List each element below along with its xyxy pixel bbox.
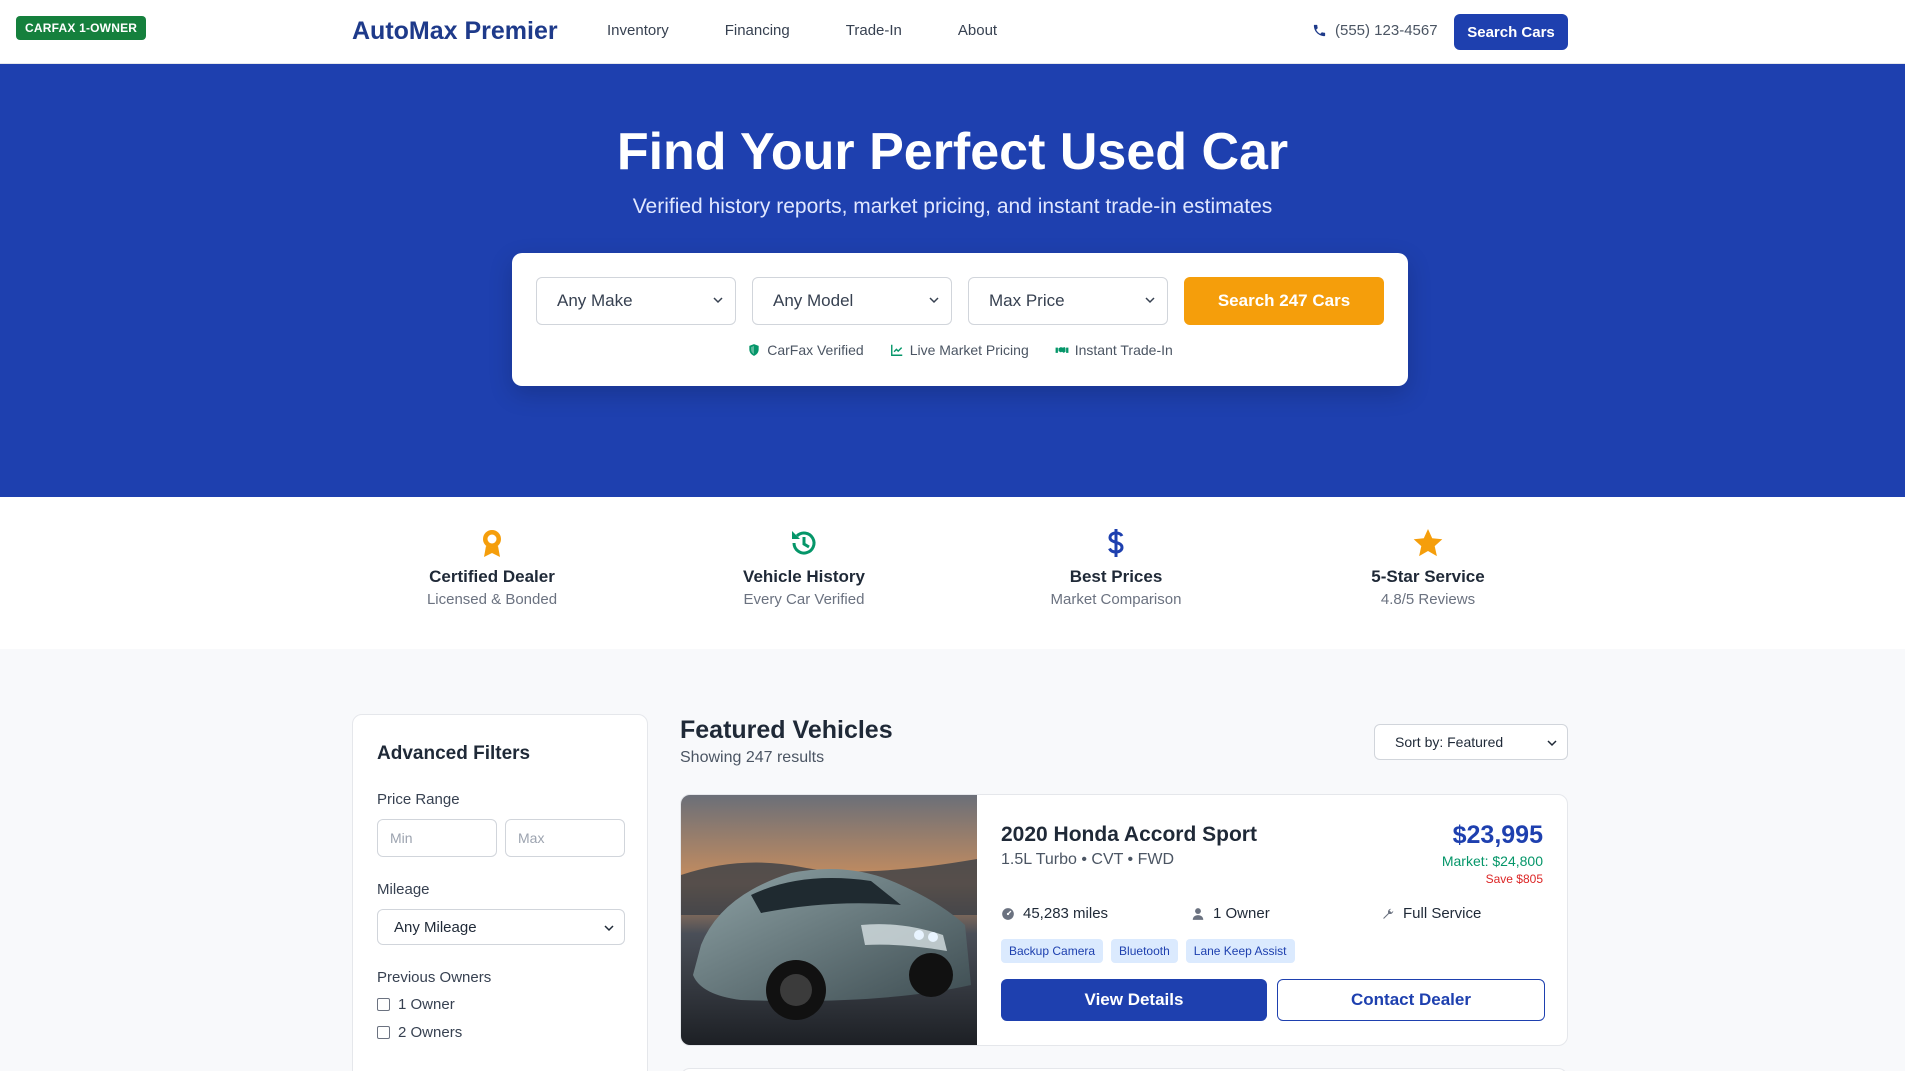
feature-label: Live Market Pricing	[909, 342, 1029, 358]
vehicle-specs: 1.5L Turbo • CVT • FWD	[1001, 851, 1175, 868]
min-placeholder: Min	[390, 830, 413, 846]
make-select-value: Any Make	[557, 291, 633, 310]
carfax-badge: CARFAX 1-OWNER	[16, 16, 147, 40]
shield-icon	[749, 344, 759, 356]
header-search-button[interactable]: Search Cars	[1454, 14, 1568, 50]
service-info: Full Service	[1381, 905, 1481, 922]
market-price: Market: $24,800	[1441, 853, 1543, 869]
results-count: Showing 247 results	[680, 749, 825, 766]
search-panel: Any Make Any Model Max Price Search 247 …	[512, 253, 1408, 386]
search-cars-button[interactable]: Search 247 Cars	[1184, 277, 1384, 325]
checkbox-label: 2 Owners	[398, 1024, 463, 1041]
feature-pricing: Live Market Pricing	[890, 342, 1029, 358]
listings-title: Featured Vehicles	[680, 716, 893, 744]
history-icon	[792, 531, 816, 555]
chevron-down-icon	[713, 297, 723, 304]
speedometer-icon	[1002, 907, 1014, 920]
award-icon	[483, 530, 501, 557]
hero-features: CarFax Verified Live Market Pricing Inst…	[512, 342, 1408, 358]
trust-subtitle: Market Comparison	[1050, 591, 1182, 608]
make-select[interactable]: Any Make	[536, 277, 736, 325]
feature-label: CarFax Verified	[767, 342, 864, 358]
feature-tag: Lane Keep Assist	[1185, 939, 1295, 963]
filters-title: Advanced Filters	[377, 743, 531, 764]
price-select[interactable]: Max Price	[968, 277, 1168, 325]
hero-title: Find Your Perfect Used Car	[616, 123, 1289, 181]
mileage-label: Mileage	[377, 881, 430, 898]
brand-logo[interactable]: AutoMax Premier	[352, 17, 558, 46]
site-header: CARFAX 1-OWNER AutoMax Premier Inventory…	[0, 0, 1905, 64]
nav-about[interactable]: About	[958, 22, 997, 39]
trust-subtitle: Every Car Verified	[743, 591, 865, 608]
user-icon	[1192, 907, 1204, 920]
hero-section: Find Your Perfect Used Car Verified hist…	[0, 64, 1905, 497]
chevron-down-icon	[929, 297, 939, 304]
nav-inventory[interactable]: Inventory	[607, 22, 669, 39]
chevron-down-icon	[604, 925, 614, 932]
chart-line-icon	[890, 344, 902, 356]
vehicle-title[interactable]: 2020 Honda Accord Sport	[1001, 823, 1257, 847]
main-nav: Inventory Financing Trade-In About	[607, 22, 997, 39]
phone-icon	[1313, 24, 1326, 37]
mileage-value: 45,283 miles	[1023, 905, 1109, 922]
phone-number: (555) 123-4567	[1335, 22, 1438, 39]
sort-select[interactable]: Sort by: Featured	[1374, 724, 1568, 760]
contact-dealer-button[interactable]: Contact Dealer	[1277, 979, 1545, 1021]
nav-financing[interactable]: Financing	[725, 22, 790, 39]
feature-tag: Backup Camera	[1001, 939, 1104, 963]
filters-sidebar: Advanced Filters Price Range Min Max Mil…	[352, 714, 648, 1071]
chevron-down-icon	[1145, 297, 1155, 304]
owners-value: 1 Owner	[1213, 905, 1270, 922]
model-select[interactable]: Any Model	[752, 277, 952, 325]
trust-history: Vehicle History Every Car Verified	[684, 527, 924, 608]
price-range-label: Price Range	[377, 791, 460, 808]
nav-trade-in[interactable]: Trade-In	[846, 22, 902, 39]
price-max-input[interactable]: Max	[505, 819, 625, 857]
service-value: Full Service	[1403, 905, 1482, 922]
car-photo[interactable]	[681, 795, 977, 1046]
trust-title: 5-Star Service	[1371, 567, 1485, 586]
checkbox[interactable]	[377, 998, 390, 1011]
phone-link[interactable]: (555) 123-4567	[1312, 22, 1438, 39]
price-select-value: Max Price	[989, 291, 1065, 310]
owners-info: 1 Owner	[1191, 905, 1270, 922]
checkbox[interactable]	[377, 1026, 390, 1039]
trust-subtitle: Licensed & Bonded	[426, 591, 558, 608]
savings: Save $805	[1485, 872, 1543, 886]
price-min-input[interactable]: Min	[377, 819, 497, 857]
feature-tags: Backup Camera Bluetooth Lane Keep Assist	[1001, 939, 1295, 963]
trust-title: Best Prices	[1069, 567, 1163, 586]
chevron-down-icon	[1547, 740, 1557, 747]
feature-label: Instant Trade-In	[1074, 342, 1173, 358]
vehicle-card: 2020 Honda Accord Sport 1.5L Turbo • CVT…	[680, 794, 1568, 1046]
feature-tag: Bluetooth	[1111, 939, 1178, 963]
handshake-icon	[1055, 347, 1069, 353]
trust-service: 5-Star Service 4.8/5 Reviews	[1308, 527, 1548, 608]
checkbox-label: 1 Owner	[398, 996, 455, 1013]
feature-carfax: CarFax Verified	[747, 342, 864, 358]
owners-label: Previous Owners	[377, 969, 492, 986]
hero-subtitle: Verified history reports, market pricing…	[632, 195, 1273, 218]
view-details-button[interactable]: View Details	[1001, 979, 1267, 1021]
dollar-icon	[1108, 529, 1124, 557]
max-placeholder: Max	[518, 830, 545, 846]
mileage-select[interactable]: Any Mileage	[377, 909, 625, 945]
mileage-value: Any Mileage	[394, 918, 477, 936]
sort-value: Sort by: Featured	[1395, 734, 1504, 750]
vehicle-price: $23,995	[1452, 821, 1543, 849]
trust-subtitle: 4.8/5 Reviews	[1380, 591, 1476, 608]
trust-title: Certified Dealer	[429, 567, 555, 586]
mileage-info: 45,283 miles	[1001, 905, 1108, 922]
model-select-value: Any Model	[773, 291, 854, 310]
trust-prices: Best Prices Market Comparison	[996, 527, 1236, 608]
star-icon	[1413, 529, 1443, 557]
trust-strip: Certified Dealer Licensed & Bonded Vehic…	[0, 497, 1905, 649]
trust-certified: Certified Dealer Licensed & Bonded	[372, 527, 612, 608]
feature-trade-in: Instant Trade-In	[1055, 342, 1173, 358]
owner-1-checkbox[interactable]: 1 Owner	[377, 996, 455, 1013]
wrench-icon	[1383, 908, 1394, 919]
owner-2-checkbox[interactable]: 2 Owners	[377, 1024, 462, 1041]
trust-title: Vehicle History	[743, 567, 865, 586]
